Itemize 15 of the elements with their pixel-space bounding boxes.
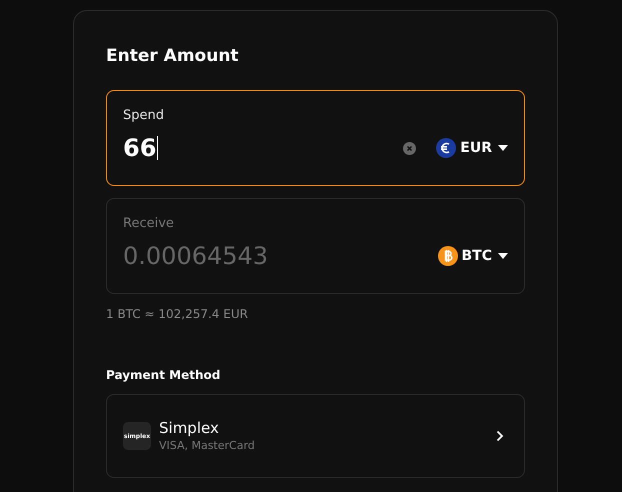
caret-down-icon bbox=[498, 253, 508, 259]
currency-dropdown[interactable]: EUR bbox=[436, 138, 508, 158]
section-title: Enter Amount bbox=[106, 45, 240, 68]
field-label: Receive bbox=[123, 215, 175, 233]
euro-icon bbox=[436, 138, 456, 158]
amount-value: 66 bbox=[123, 134, 156, 162]
exchange-rate: 1 BTC ≈ 102,257.4 EUR bbox=[106, 306, 249, 322]
section-heading: Payment Method bbox=[106, 367, 222, 384]
chevron-right-icon bbox=[496, 430, 504, 442]
field-label: Spend bbox=[123, 107, 165, 125]
clear-icon[interactable] bbox=[403, 142, 416, 154]
amount-value: 0.00064543 bbox=[123, 242, 268, 270]
amount-field[interactable]: Spend 66 EUR bbox=[106, 90, 525, 186]
caret-down-icon bbox=[498, 145, 508, 151]
bitcoin-icon bbox=[438, 246, 458, 266]
